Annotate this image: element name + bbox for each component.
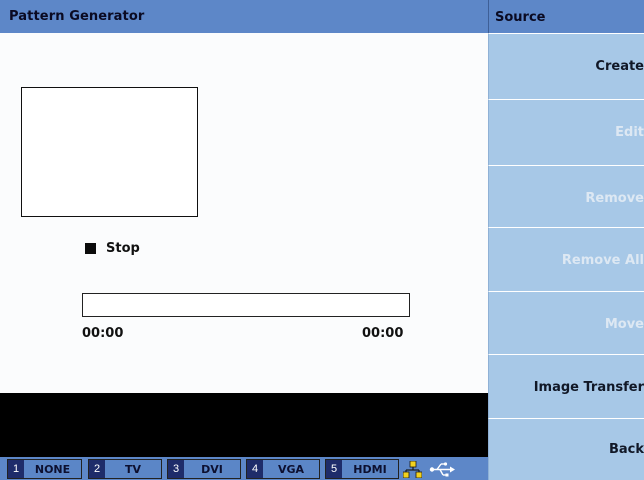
channel-3[interactable]: 3 DVI: [167, 459, 241, 479]
source-menu: Source Create Edit Remove Remove All Mov…: [488, 0, 644, 480]
menu-button-label: Image Transfer: [533, 380, 644, 395]
menu-button-label: Back: [608, 442, 644, 457]
window-title: Pattern Generator: [9, 9, 145, 24]
create-button[interactable]: Create: [488, 33, 644, 99]
remove-button[interactable]: Remove: [488, 165, 644, 231]
title-bar: Pattern Generator: [0, 0, 488, 33]
move-button[interactable]: Move: [488, 291, 644, 357]
channel-1[interactable]: 1 NONE: [7, 459, 82, 479]
menu-button-label: Remove All: [561, 253, 644, 268]
progress-bar: [82, 293, 410, 317]
channel-number: 3: [168, 460, 184, 478]
edit-button[interactable]: Edit: [488, 99, 644, 165]
back-button[interactable]: Back: [488, 418, 644, 480]
output-strip: [0, 393, 488, 457]
channel-label: DVI: [201, 462, 223, 476]
channel-number: 4: [247, 460, 263, 478]
remove-all-button[interactable]: Remove All: [488, 227, 644, 293]
menu-button-label: Move: [604, 317, 644, 332]
channel-label: TV: [124, 462, 142, 476]
menu-button-label: Create: [595, 59, 644, 74]
elapsed-time: 00:00: [82, 326, 124, 341]
status-label: Stop: [106, 240, 140, 256]
playback-status: Stop: [85, 240, 140, 256]
channel-5[interactable]: 5 HDMI: [325, 459, 399, 479]
menu-button-label: Remove: [585, 191, 644, 206]
channel-number: 5: [326, 460, 342, 478]
channel-2[interactable]: 2 TV: [88, 459, 162, 479]
channel-4[interactable]: 4 VGA: [246, 459, 320, 479]
menu-title: Source: [495, 10, 546, 25]
network-icon: [403, 461, 422, 478]
channel-label: NONE: [34, 462, 71, 476]
pattern-preview: [21, 87, 198, 217]
main-panel: Pattern Generator Stop 00:00 00:00 1 NON…: [0, 0, 488, 480]
image-transfer-button[interactable]: Image Transfer: [488, 354, 644, 420]
usb-icon: [429, 462, 455, 477]
channel-label: VGA: [277, 462, 305, 476]
total-time: 00:00: [362, 326, 404, 341]
channel-label: HDMI: [353, 462, 387, 476]
menu-header: Source: [488, 0, 644, 33]
channel-number: 1: [8, 460, 24, 478]
stop-icon: [85, 242, 96, 254]
menu-button-label: Edit: [615, 125, 644, 140]
channel-number: 2: [89, 460, 105, 478]
